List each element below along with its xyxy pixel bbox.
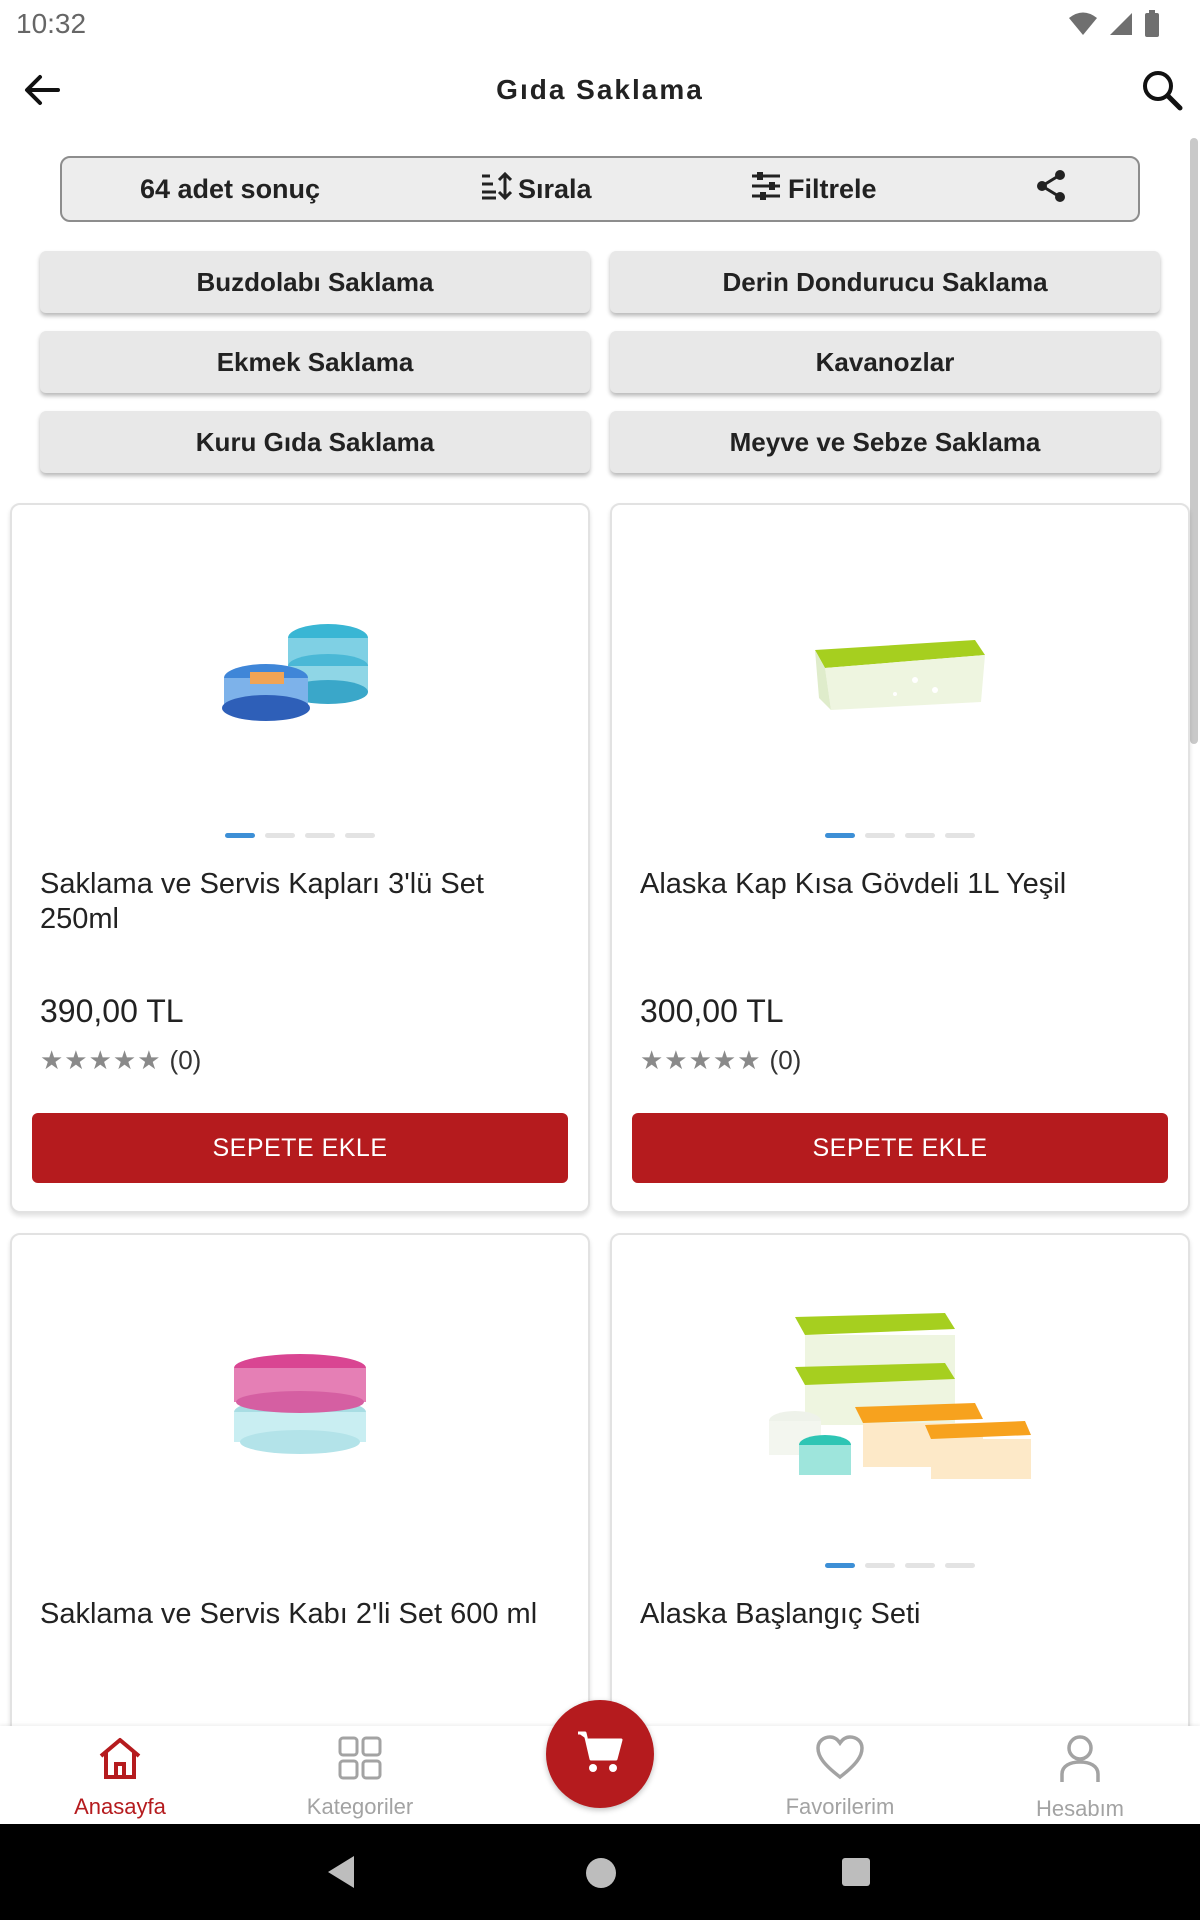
- product-image[interactable]: [12, 1235, 588, 1555]
- add-to-cart-button[interactable]: SEPETE EKLE: [32, 1113, 568, 1183]
- system-home-icon[interactable]: [586, 1858, 616, 1888]
- status-time: 10:32: [16, 8, 87, 39]
- cart-icon: [576, 1729, 624, 1780]
- star-rating-icon: ★★★★★: [640, 1045, 762, 1075]
- pager-dot[interactable]: [305, 833, 335, 838]
- nav-item-account[interactable]: Hesabım: [980, 1726, 1180, 1824]
- filter-button[interactable]: Filtrele: [750, 158, 877, 220]
- app-bar: Gıda Saklama: [0, 50, 1200, 134]
- rating-count: (0): [769, 1045, 802, 1075]
- container-green-image: [815, 640, 985, 710]
- product-name[interactable]: Saklama ve Servis Kabı 2'li Set 600 ml: [40, 1597, 560, 1632]
- pager-dot[interactable]: [945, 833, 975, 838]
- product-image[interactable]: [612, 505, 1188, 825]
- battery-icon: [1144, 10, 1160, 43]
- pager-dot[interactable]: [225, 833, 255, 838]
- system-nav-bar: [0, 1824, 1200, 1920]
- add-to-cart-button[interactable]: SEPETE EKLE: [632, 1113, 1168, 1183]
- nav-item-favorites[interactable]: Favorilerim: [740, 1726, 940, 1824]
- screen: 10:32 Gıda Saklama 64 adet sonuç Sırala …: [0, 0, 1200, 1920]
- pager-dot[interactable]: [865, 1563, 895, 1568]
- nav-item-categories[interactable]: Kategoriler: [260, 1726, 460, 1824]
- filter-label: Filtrele: [788, 173, 877, 204]
- scrollbar[interactable]: [1190, 138, 1198, 744]
- search-button[interactable]: [1132, 62, 1192, 122]
- heart-icon: [815, 1734, 865, 1788]
- product-rating: ★★★★★ (0): [640, 1045, 801, 1076]
- category-meyve-sebze[interactable]: Meyve ve Sebze Saklama: [610, 411, 1160, 473]
- result-count: 64 adet sonuç: [140, 158, 320, 220]
- nav-item-home[interactable]: Anasayfa: [20, 1726, 220, 1824]
- product-image[interactable]: [12, 505, 588, 825]
- product-card[interactable]: Saklama ve Servis Kapları 3'lü Set 250ml…: [10, 503, 590, 1213]
- product-card[interactable]: Alaska Kap Kısa Gövdeli 1L Yeşil 300,00 …: [610, 503, 1190, 1213]
- product-rating: ★★★★★ (0): [40, 1045, 201, 1076]
- product-name[interactable]: Saklama ve Servis Kapları 3'lü Set 250ml: [40, 867, 560, 937]
- category-kuru-gida[interactable]: Kuru Gıda Saklama: [40, 411, 590, 473]
- sort-icon: [480, 171, 518, 208]
- product-name[interactable]: Alaska Kap Kısa Gövdeli 1L Yeşil: [640, 867, 1160, 902]
- pager-dot[interactable]: [905, 1563, 935, 1568]
- image-pager[interactable]: [612, 833, 1188, 838]
- search-icon: [1140, 68, 1184, 117]
- image-pager[interactable]: [12, 833, 588, 838]
- nav-label: Hesabım: [1035, 1796, 1125, 1821]
- product-price: 390,00 TL: [40, 993, 184, 1029]
- results-toolbar: 64 adet sonuç Sırala Filtrele: [60, 156, 1140, 222]
- product-image[interactable]: [612, 1235, 1188, 1555]
- category-buzdolabi[interactable]: Buzdolabı Saklama: [40, 251, 590, 313]
- image-pager[interactable]: [612, 1563, 1188, 1568]
- star-rating-icon: ★★★★★: [40, 1045, 162, 1075]
- signal-icon: [1108, 11, 1134, 42]
- alaska-starter-set-image: [769, 1313, 1031, 1479]
- nav-label: Favorilerim: [785, 1794, 895, 1819]
- pager-dot[interactable]: [945, 1563, 975, 1568]
- product-name[interactable]: Alaska Başlangıç Seti: [640, 1597, 1160, 1632]
- filter-icon: [750, 171, 788, 208]
- nav-label: Kategoriler: [306, 1794, 414, 1819]
- result-count-label: 64 adet sonuç: [140, 173, 321, 204]
- pager-dot[interactable]: [865, 833, 895, 838]
- cart-button[interactable]: [546, 1700, 654, 1808]
- grid-icon: [336, 1734, 384, 1788]
- page-title: Gıda Saklama: [496, 74, 704, 105]
- share-icon: [1034, 169, 1074, 210]
- home-icon: [96, 1734, 144, 1788]
- pager-dot[interactable]: [825, 833, 855, 838]
- product-card[interactable]: Alaska Başlangıç Seti: [610, 1233, 1190, 1753]
- wifi-icon: [1068, 11, 1098, 42]
- pager-dot[interactable]: [825, 1563, 855, 1568]
- product-card[interactable]: Saklama ve Servis Kabı 2'li Set 600 ml: [10, 1233, 590, 1753]
- status-icons: [1068, 10, 1160, 43]
- rating-count: (0): [169, 1045, 202, 1075]
- category-kavanozlar[interactable]: Kavanozlar: [610, 331, 1160, 393]
- category-ekmek[interactable]: Ekmek Saklama: [40, 331, 590, 393]
- system-back-icon[interactable]: [326, 1854, 356, 1895]
- container-set-blue-image: [222, 624, 368, 721]
- share-button[interactable]: [1034, 158, 1074, 220]
- pager-dot[interactable]: [265, 833, 295, 838]
- pager-dot[interactable]: [905, 833, 935, 838]
- pager-dot[interactable]: [345, 833, 375, 838]
- person-icon: [1058, 1734, 1102, 1790]
- sort-button[interactable]: Sırala: [480, 158, 592, 220]
- status-bar: 10:32: [0, 0, 1200, 50]
- system-recents-icon[interactable]: [842, 1858, 870, 1886]
- sort-label: Sırala: [518, 173, 592, 204]
- category-derin-dondurucu[interactable]: Derin Dondurucu Saklama: [610, 251, 1160, 313]
- bowl-set-pink-image: [234, 1354, 366, 1454]
- product-price: 300,00 TL: [640, 993, 784, 1029]
- nav-label: Anasayfa: [74, 1794, 166, 1819]
